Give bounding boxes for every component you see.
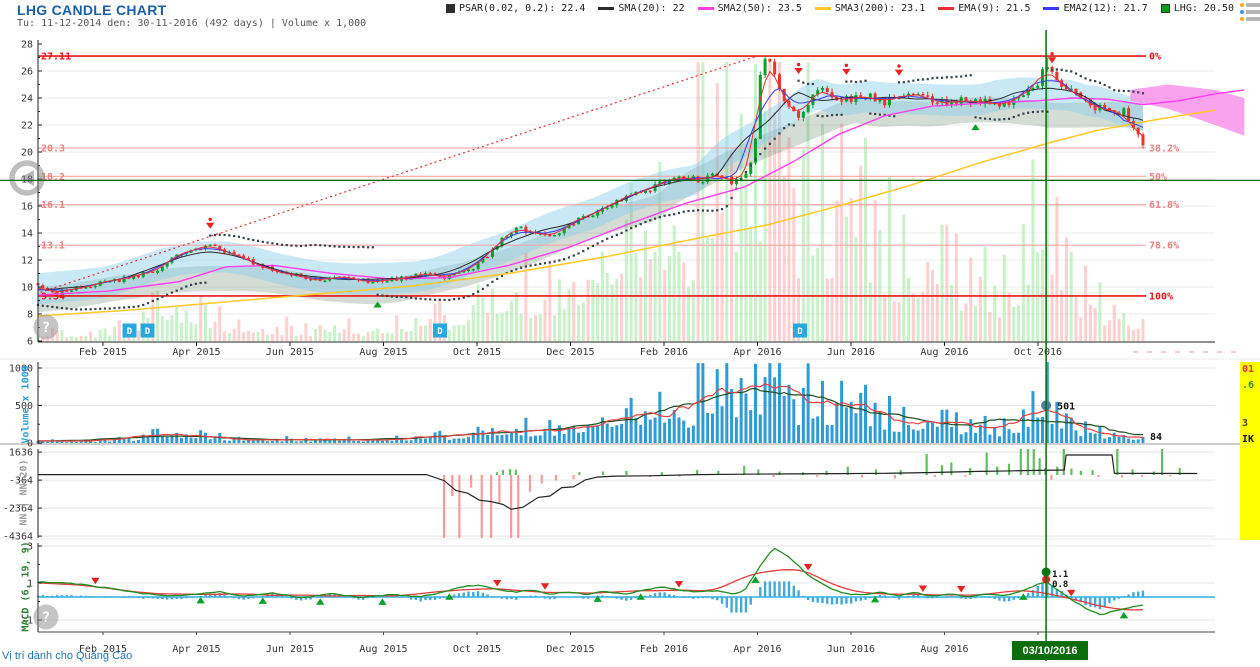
legend-swatch-icon <box>1160 4 1170 13</box>
month-label: Dec 2015 <box>546 644 594 655</box>
chart-plot-area[interactable] <box>38 40 1215 632</box>
price-tick-label: 12 <box>21 256 33 267</box>
price-tick-label: 8 <box>27 310 33 321</box>
side-tooltip: 01 .6 3 IK <box>1240 362 1260 540</box>
crosshair-date-badge: 03/10/2016 <box>1012 641 1088 660</box>
tooltip-fragment: .6 <box>1242 380 1255 391</box>
chart-settings-icon[interactable] <box>1240 3 1260 21</box>
tooltip-fragment: IK <box>1242 434 1255 445</box>
month-label: Feb 2016 <box>640 644 688 655</box>
price-tick-label: 24 <box>21 94 33 105</box>
page-title: LHG CANDLE CHART <box>17 2 167 18</box>
settings-row-icon <box>1240 10 1260 14</box>
price-tick-label: 22 <box>21 121 33 132</box>
settings-row-icon <box>1240 17 1260 21</box>
legend-label: EMA2(12): 21.7 <box>1063 3 1148 14</box>
legend-item[interactable]: EMA(9): 21.5 <box>938 3 1030 14</box>
legend-label: EMA(9): 21.5 <box>958 3 1031 14</box>
legend-label: LHG: 20.50 <box>1173 3 1234 14</box>
legend-label: SMA2(50): 23.5 <box>717 3 802 14</box>
month-label: Apr 2015 <box>172 644 220 655</box>
legend-item[interactable]: LHG: 20.50 <box>1160 3 1234 14</box>
price-tick-label: 20 <box>21 148 33 159</box>
legend-label: PSAR(0.02, 0.2): 22.4 <box>458 3 586 14</box>
indicator-legend: PSAR(0.02, 0.2): 22.4 SMA(20): 22 SMA2(50)… <box>445 3 1234 14</box>
legend-label: SMA3(200): 23.1 <box>834 3 926 14</box>
legend-swatch-icon <box>445 4 455 13</box>
price-tick-label: 28 <box>21 40 33 51</box>
macd-axis-title: MACD (6, 19, 9) <box>20 541 32 632</box>
legend-item[interactable]: SMA2(50): 23.5 <box>697 3 802 14</box>
tooltip-fragment: 01 <box>1242 364 1255 375</box>
price-tick-label: 14 <box>21 229 33 240</box>
legend-item[interactable]: SMA3(200): 23.1 <box>814 3 926 14</box>
legend-swatch-icon <box>697 7 714 10</box>
price-tick-label: 6 <box>27 337 33 348</box>
legend-swatch-icon <box>814 7 831 10</box>
tooltip-fragment: 3 <box>1242 418 1249 429</box>
chart-plot-area[interactable] <box>38 40 1215 632</box>
month-label: Jun 2016 <box>827 644 875 655</box>
month-label: Oct 2015 <box>453 644 501 655</box>
legend-item[interactable]: PSAR(0.02, 0.2): 22.4 <box>445 3 586 14</box>
settings-row-icon <box>1240 3 1260 7</box>
price-tick-label: 26 <box>21 67 33 78</box>
stock-chart-page: 27.110%20.338.2%18.250%16.161.8%13.178.6… <box>0 0 1260 667</box>
legend-item[interactable]: SMA(20): 22 <box>598 3 685 14</box>
month-label: Aug 2015 <box>359 644 407 655</box>
legend-swatch-icon <box>598 7 615 10</box>
legend-swatch-icon <box>938 7 955 10</box>
legend-label: SMA(20): 22 <box>618 3 685 14</box>
month-label: Jun 2015 <box>266 644 314 655</box>
date-range-subtitle: Tu: 11-12-2014 den: 30-11-2016 (492 days… <box>17 18 367 29</box>
price-tick-label: 16 <box>21 202 33 213</box>
legend-item[interactable]: EMA2(12): 21.7 <box>1043 3 1148 14</box>
advertisement-link[interactable]: Vị trí dành cho Quảng Cáo <box>2 650 132 662</box>
month-label: Aug 2016 <box>920 644 968 655</box>
month-label: Apr 2016 <box>733 644 781 655</box>
price-tick-label: 10 <box>21 283 33 294</box>
chart-canvas: 27.110%20.338.2%18.250%16.161.8%13.178.6… <box>0 30 1260 661</box>
legend-swatch-icon <box>1043 7 1060 10</box>
